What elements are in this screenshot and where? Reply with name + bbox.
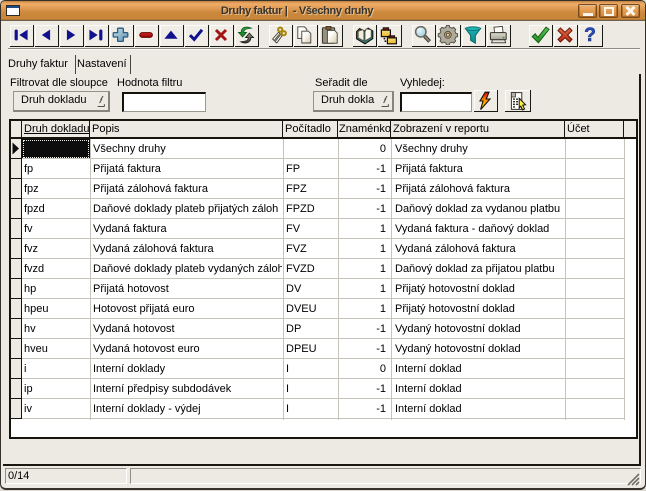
svg-text:?: ? [584,25,596,45]
